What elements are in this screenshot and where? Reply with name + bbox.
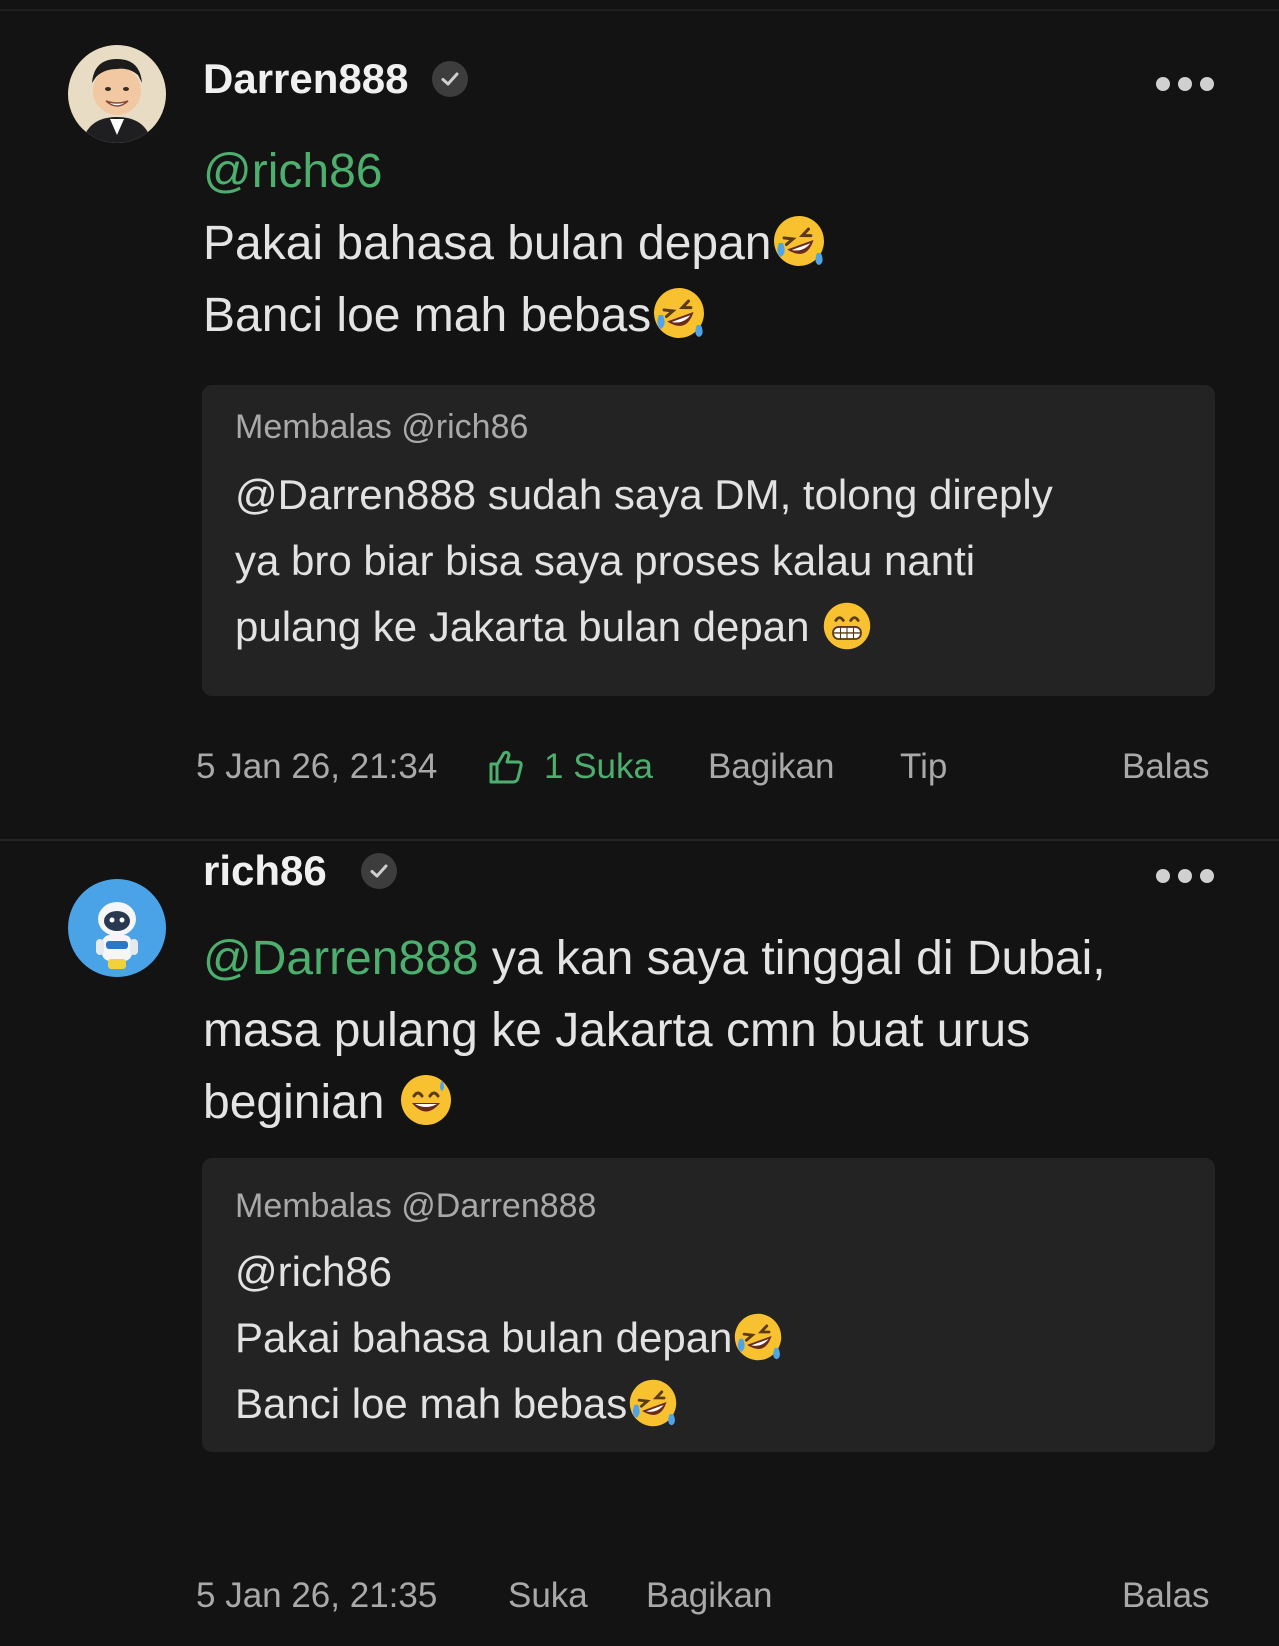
verified-check-icon — [432, 61, 468, 97]
comment-text-line: beginian — [203, 1076, 398, 1129]
rolling-laughing-emoji-icon — [771, 213, 827, 269]
username[interactable]: Darren888 — [203, 54, 408, 104]
tip-button[interactable]: Tip — [900, 742, 947, 792]
comment-body: @Darren888 ya kan saya tinggal di Dubai,… — [203, 923, 1213, 1139]
share-button[interactable]: Bagikan — [708, 742, 834, 792]
quoted-text-line: ya bro biar bisa saya proses kalau nanti — [235, 537, 976, 584]
mention-link[interactable]: @rich86 — [203, 145, 382, 198]
quoted-text-line: pulang ke Jakarta bulan depan — [235, 603, 822, 650]
user-avatar[interactable] — [68, 879, 166, 977]
comment-footer: 5 Jan 26, 21:35 Suka Bagikan Balas — [0, 1571, 1279, 1621]
quoted-text-line: Banci loe mah bebas — [235, 1380, 628, 1427]
comment-item: Darren888 @rich86 Pakai bahasa bulan dep… — [0, 0, 1279, 840]
more-options-icon[interactable] — [1153, 73, 1217, 93]
quoted-reply[interactable]: Membalas @Darren888 @rich86 Pakai bahasa… — [202, 1158, 1215, 1452]
reply-button[interactable]: Balas — [1122, 742, 1210, 792]
timestamp: 5 Jan 26, 21:35 — [196, 1576, 438, 1615]
like-button[interactable]: 1 Suka — [544, 742, 653, 792]
quoted-reply[interactable]: Membalas @rich86 @Darren888 sudah saya D… — [202, 385, 1215, 696]
reply-button[interactable]: Balas — [1122, 1571, 1210, 1621]
replying-to-label: Membalas @Darren888 — [235, 1187, 597, 1225]
like-button[interactable]: Suka — [508, 1571, 588, 1621]
username[interactable]: rich86 — [203, 846, 327, 896]
rolling-laughing-emoji-icon — [627, 1377, 679, 1429]
thumbs-up-icon[interactable] — [486, 747, 526, 787]
quoted-text-line: @Darren888 sudah saya DM, tolong direply — [235, 471, 1053, 518]
verified-check-icon — [361, 853, 397, 889]
grinning-teeth-emoji-icon — [821, 600, 873, 652]
rolling-laughing-emoji-icon — [732, 1311, 784, 1363]
comment-item: rich86 @Darren888 ya kan saya tinggal di… — [0, 841, 1279, 1646]
comment-body: @rich86 Pakai bahasa bulan depan Banci l… — [203, 136, 1213, 352]
replying-to-label: Membalas @rich86 — [235, 408, 529, 446]
mention-link[interactable]: @Darren888 — [203, 932, 479, 985]
quoted-text-line: Pakai bahasa bulan depan — [235, 1314, 733, 1361]
comment-text-line: masa pulang ke Jakarta cmn buat urus — [203, 1004, 1031, 1057]
rolling-laughing-emoji-icon — [651, 285, 707, 341]
share-button[interactable]: Bagikan — [646, 1571, 772, 1621]
sweat-smile-emoji-icon — [398, 1072, 454, 1128]
comment-text-line: Banci loe mah bebas — [203, 289, 652, 342]
comment-text-line: Pakai bahasa bulan depan — [203, 217, 772, 270]
quoted-text-line: @rich86 — [235, 1248, 393, 1295]
quoted-text: @rich86 Pakai bahasa bulan depan Banci l… — [235, 1239, 1195, 1437]
comment-text-line: ya kan saya tinggal di Dubai, — [478, 932, 1106, 985]
user-avatar[interactable] — [68, 45, 166, 143]
quoted-text: @Darren888 sudah saya DM, tolong direply… — [235, 462, 1195, 660]
more-options-icon[interactable] — [1153, 865, 1217, 885]
timestamp: 5 Jan 26, 21:34 — [196, 747, 438, 786]
comment-footer: 5 Jan 26, 21:34 1 Suka Bagikan Tip Balas — [0, 742, 1279, 792]
